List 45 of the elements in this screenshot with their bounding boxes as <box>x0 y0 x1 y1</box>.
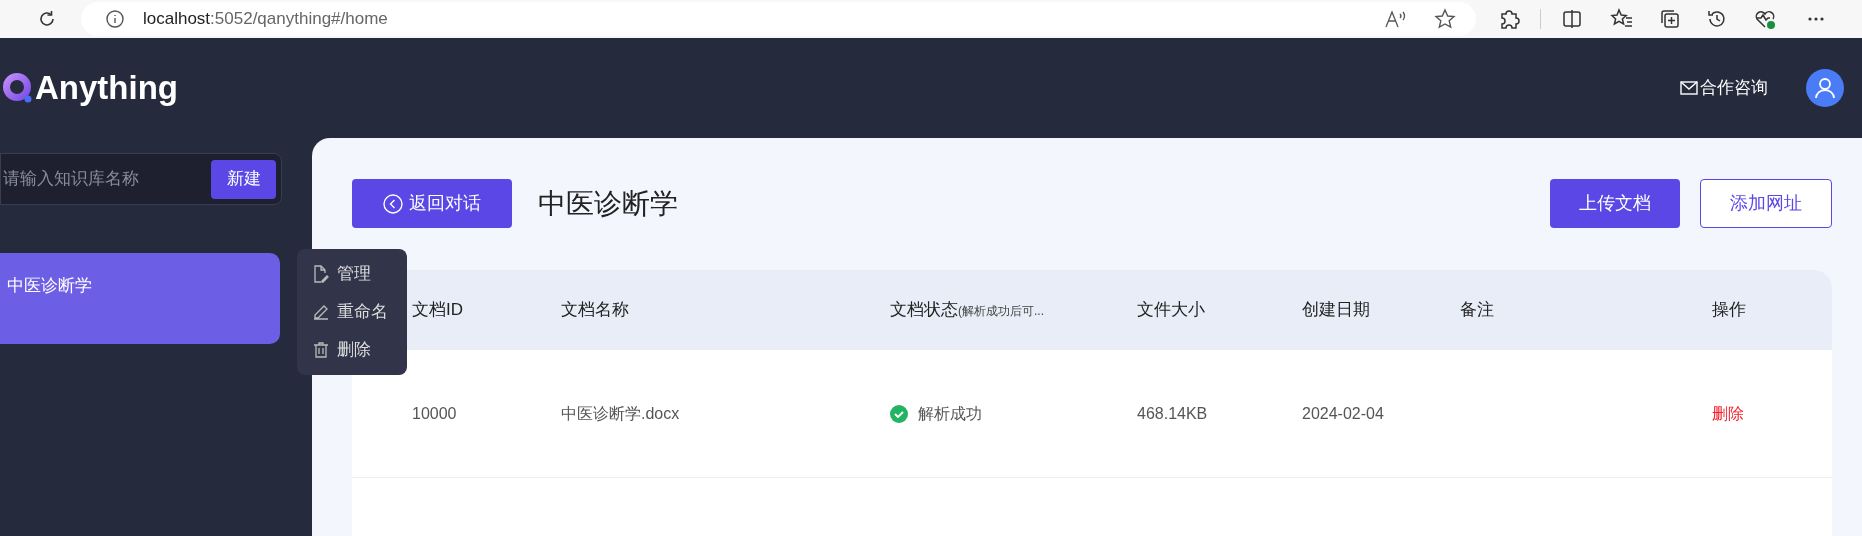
search-field[interactable]: 请输入知识库名称 新建 <box>0 153 282 205</box>
delete-link[interactable]: 删除 <box>1712 401 1832 426</box>
new-button[interactable]: 新建 <box>211 159 276 199</box>
column-header: 操作 <box>1712 299 1747 322</box>
column-header: 文档名称 <box>561 299 630 322</box>
page-title: 中医诊断学 <box>538 186 678 221</box>
status-text: 解析成功 <box>918 403 982 424</box>
read-aloud-icon[interactable] <box>1384 9 1408 29</box>
logo-text: Anything <box>35 68 178 109</box>
refresh-icon[interactable] <box>37 9 57 29</box>
logo-icon <box>2 72 32 104</box>
table-cell-text: 2024-02-04 <box>1302 403 1385 424</box>
contact-link[interactable]: 合作咨询 <box>1700 75 1768 101</box>
knowledge-base-item[interactable]: 中医诊断学 <box>0 253 280 344</box>
menu-item[interactable]: 重命名 <box>313 298 407 326</box>
history-icon[interactable] <box>1706 8 1728 30</box>
column-header: 文档ID <box>412 299 464 322</box>
column-header: 创建日期 <box>1302 299 1371 322</box>
puzzle-icon[interactable] <box>1498 8 1520 30</box>
back-button[interactable]: 返回对话 <box>352 179 512 228</box>
trash-icon <box>313 342 329 358</box>
avatar[interactable] <box>1806 69 1844 107</box>
add-url-button[interactable]: 添加网址 <box>1700 179 1832 228</box>
url-text: localhost:5052/qanything#/home <box>143 8 388 31</box>
upload-button[interactable]: 上传文档 <box>1550 179 1680 228</box>
column-header: 文件大小 <box>1137 299 1206 322</box>
column-header: 文档状态(解析成功后可... <box>890 299 1045 322</box>
info-icon[interactable] <box>105 9 125 29</box>
mail-icon <box>1680 81 1698 95</box>
table-cell-text: 中医诊断学.docx <box>561 403 681 424</box>
column-header: 备注 <box>1460 299 1495 322</box>
chevron-left-icon <box>383 193 403 214</box>
pencil-icon <box>313 304 329 320</box>
star-icon[interactable] <box>1434 8 1456 30</box>
user-icon <box>1814 77 1836 99</box>
more-icon[interactable] <box>1807 16 1825 22</box>
favorites-icon[interactable] <box>1610 8 1634 30</box>
table-cell-text: 10000 <box>412 403 458 424</box>
menu-item[interactable]: 删除 <box>313 336 407 364</box>
collections-icon[interactable] <box>1659 8 1681 30</box>
split-screen-icon[interactable] <box>1561 8 1583 30</box>
menu-item[interactable]: 管理 <box>313 260 407 288</box>
address-bar[interactable]: localhost:5052/qanything#/home <box>81 2 1476 36</box>
table-cell-text: 468.14KB <box>1137 403 1209 424</box>
document-edit-icon <box>313 265 329 283</box>
